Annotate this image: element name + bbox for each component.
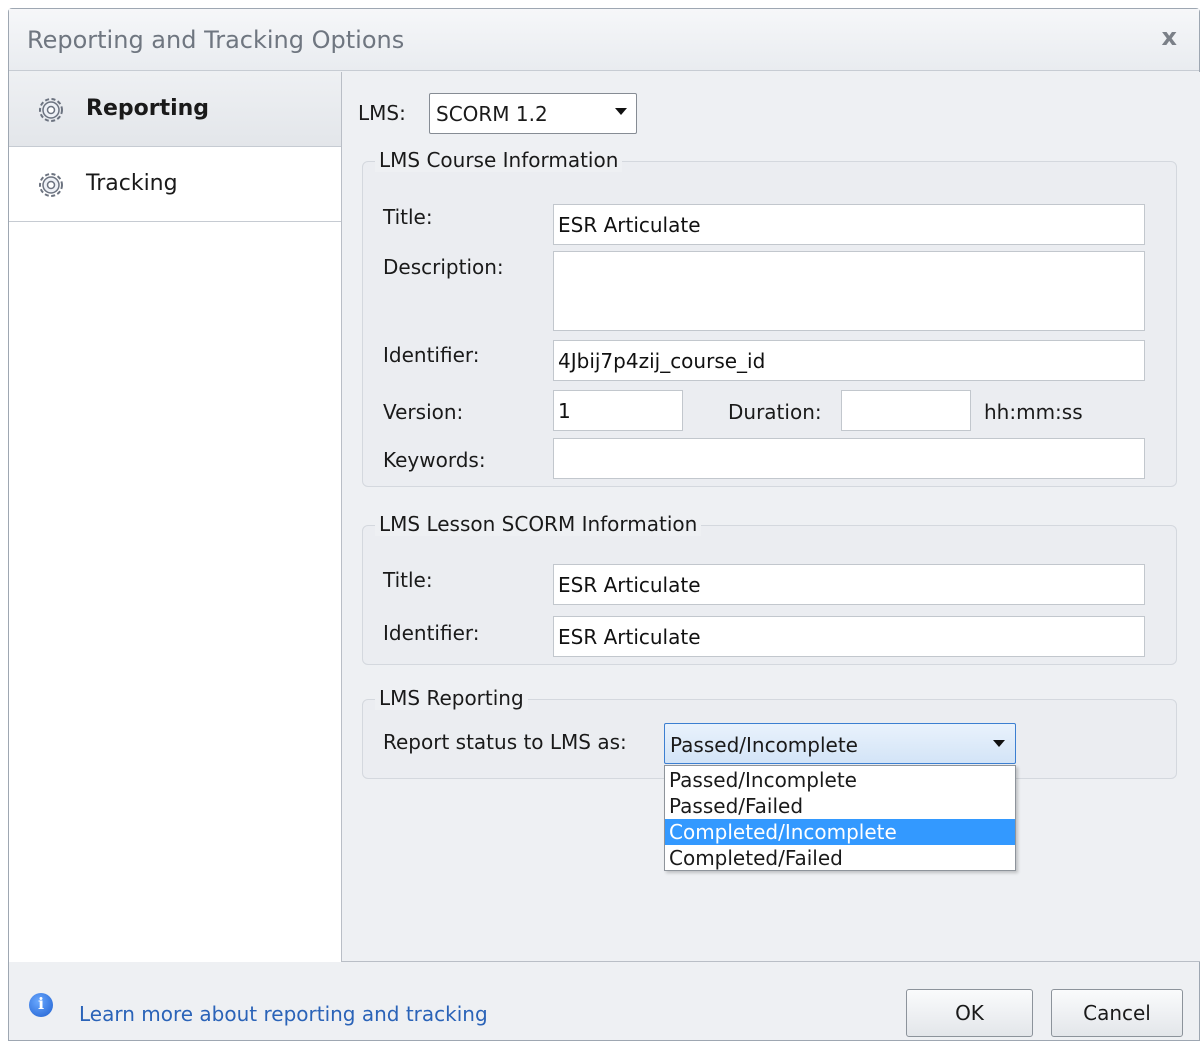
course-title-field[interactable]: [553, 204, 1145, 245]
lesson-info-legend: LMS Lesson SCORM Information: [375, 512, 702, 536]
lms-label: LMS:: [358, 101, 406, 125]
ok-button[interactable]: OK: [906, 989, 1033, 1037]
sidebar: Reporting Tracking: [9, 72, 341, 962]
lms-reporting-legend: LMS Reporting: [375, 686, 528, 710]
keywords-label: Keywords:: [383, 448, 486, 472]
lesson-info-group: LMS Lesson SCORM Information Title: Iden…: [362, 512, 1177, 665]
gear-icon: [39, 98, 63, 122]
course-description-label: Description:: [383, 255, 504, 279]
course-description-field[interactable]: [553, 251, 1145, 331]
duration-unit: hh:mm:ss: [984, 400, 1083, 424]
report-status-dropdown: Passed/Incomplete Passed/Failed Complete…: [664, 765, 1016, 871]
gear-icon: [39, 173, 63, 197]
dropdown-option-passed-failed[interactable]: Passed/Failed: [665, 793, 1015, 819]
report-status-label: Report status to LMS as:: [383, 730, 627, 754]
close-button[interactable]: x: [1162, 23, 1177, 51]
chevron-down-icon: [615, 108, 627, 115]
dialog-title: Reporting and Tracking Options: [27, 26, 405, 54]
lesson-identifier-label: Identifier:: [383, 621, 480, 645]
dropdown-option-completed-incomplete[interactable]: Completed/Incomplete: [665, 819, 1015, 845]
sidebar-item-tracking[interactable]: Tracking: [9, 147, 341, 222]
reporting-tracking-dialog: Reporting and Tracking Options x Reporti…: [8, 8, 1200, 1041]
course-info-group: LMS Course Information Title: Descriptio…: [362, 148, 1177, 487]
version-label: Version:: [383, 400, 464, 424]
sidebar-item-label: Tracking: [86, 171, 178, 196]
title-bar: Reporting and Tracking Options x: [9, 9, 1199, 71]
lesson-identifier-field[interactable]: [553, 616, 1145, 657]
info-icon: i: [29, 993, 53, 1017]
dropdown-option-passed-incomplete[interactable]: Passed/Incomplete: [665, 767, 1015, 793]
course-title-label: Title:: [383, 205, 433, 229]
report-status-value: Passed/Incomplete: [670, 733, 858, 757]
lesson-title-field[interactable]: [553, 564, 1145, 605]
lesson-title-label: Title:: [383, 568, 433, 592]
keywords-field[interactable]: [553, 438, 1145, 479]
cancel-button[interactable]: Cancel: [1051, 989, 1183, 1037]
dropdown-option-completed-failed[interactable]: Completed/Failed: [665, 845, 1015, 871]
course-identifier-field[interactable]: [553, 340, 1145, 381]
content-panel: LMS: SCORM 1.2 LMS Course Information Ti…: [341, 72, 1200, 962]
version-field[interactable]: [553, 390, 683, 431]
course-identifier-label: Identifier:: [383, 343, 480, 367]
lms-select[interactable]: SCORM 1.2: [429, 93, 637, 134]
duration-label: Duration:: [728, 400, 822, 424]
report-status-select[interactable]: Passed/Incomplete: [664, 723, 1016, 764]
sidebar-item-label: Reporting: [86, 96, 210, 121]
chevron-down-icon: [993, 740, 1005, 747]
help-link[interactable]: Learn more about reporting and tracking: [79, 1002, 488, 1026]
lms-select-value: SCORM 1.2: [436, 102, 548, 126]
duration-field[interactable]: [841, 390, 971, 431]
course-info-legend: LMS Course Information: [375, 148, 623, 172]
sidebar-item-reporting[interactable]: Reporting: [9, 72, 341, 147]
